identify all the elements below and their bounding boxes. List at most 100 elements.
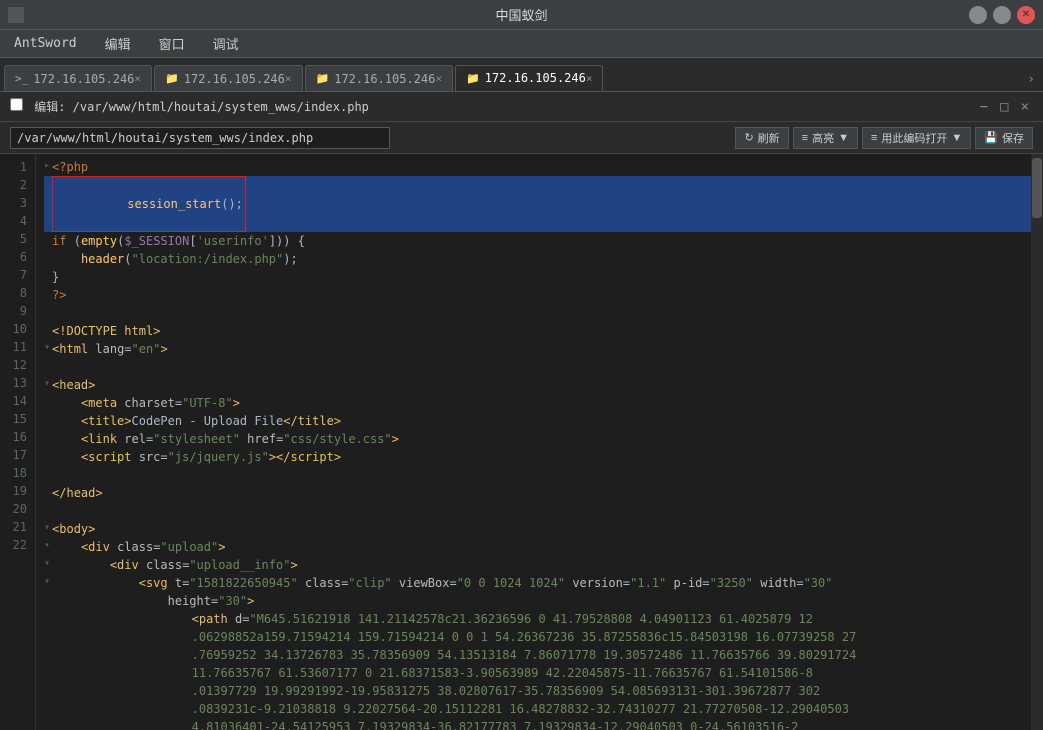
ln-14: 14 xyxy=(8,392,27,410)
code-line-11: ▾ <head> xyxy=(44,376,1031,394)
fold-20[interactable]: ▾ xyxy=(44,538,50,553)
ln-21: 21 xyxy=(8,518,27,536)
code-line-path1: <path d = "M645.51621918 141.21142578c21… xyxy=(44,610,1031,628)
tab-scroll-right[interactable]: › xyxy=(1023,68,1039,91)
code-line-6: ?> xyxy=(44,286,1031,304)
ln-11: 11 xyxy=(8,338,27,356)
code-line-4: header ( "location:/index.php" ); xyxy=(44,250,1031,268)
ln-8: 8 xyxy=(8,284,27,302)
code-line-22b: height = "30" > xyxy=(44,592,1031,610)
path-bar: ↻ 刷新 ≡ 高亮 ▼ ≡ 用此编码打开 ▼ 💾 保存 xyxy=(0,122,1043,154)
ln-22: 22 xyxy=(8,536,27,554)
code-line-18 xyxy=(44,502,1031,520)
fold-9[interactable]: ▾ xyxy=(44,340,50,355)
fold-1[interactable]: ▸ xyxy=(44,158,50,173)
minimize-button[interactable] xyxy=(969,6,987,24)
ln-2: 2 xyxy=(8,176,27,194)
code-line-15: <script src = "js/jquery.js" ></script> xyxy=(44,448,1031,466)
ln-13: 13 xyxy=(8,374,27,392)
menu-debug[interactable]: 调试 xyxy=(207,32,245,55)
folder-icon-1: 📁 xyxy=(165,72,179,85)
editor-window-controls[interactable]: − □ × xyxy=(976,99,1033,115)
code-line-14: <link rel = "stylesheet" href = "css/sty… xyxy=(44,430,1031,448)
tab-filemanager-2[interactable]: 📁 172.16.105.246 × xyxy=(305,65,453,91)
menu-antsword[interactable]: AntSword xyxy=(8,34,83,53)
code-line-path7: 4.81036401-24.54125953 7.19329834-36.821… xyxy=(44,718,1031,730)
code-line-path2: .06298852a159.71594214 159.71594214 0 0 … xyxy=(44,628,1031,646)
window-title: 中国蚁剑 xyxy=(495,5,547,24)
code-content[interactable]: ▸ <?php session_start(); if ( empty ( $_… xyxy=(36,154,1031,730)
file-path-input[interactable] xyxy=(10,127,390,149)
tab-close-2[interactable]: × xyxy=(285,72,292,85)
highlight-button[interactable]: ≡ 高亮 ▼ xyxy=(793,127,858,149)
code-line-12: <meta charset = "UTF-8" > xyxy=(44,394,1031,412)
fold-19[interactable]: ▾ xyxy=(44,520,50,535)
code-line-7 xyxy=(44,304,1031,322)
code-line-17: </head> xyxy=(44,484,1031,502)
ln-5: 5 xyxy=(8,230,27,248)
tab-label: 172.16.105.246 xyxy=(485,71,586,85)
editor-header: 编辑: /var/www/html/houtai/system_wws/inde… xyxy=(0,92,1043,122)
ln-16: 16 xyxy=(8,428,27,446)
tab-terminal[interactable]: >_ 172.16.105.246 × xyxy=(4,65,152,91)
tab-filemanager-3[interactable]: 📁 172.16.105.246 × xyxy=(455,65,603,91)
code-line-10 xyxy=(44,358,1031,376)
editor-close-btn[interactable]: × xyxy=(1017,99,1033,115)
code-line-path3: .76959252 34.13726783 35.78356909 54.135… xyxy=(44,646,1031,664)
fold-11[interactable]: ▾ xyxy=(44,376,50,391)
code-line-20: ▾ <div class = "upload" > xyxy=(44,538,1031,556)
code-line-8: <!DOCTYPE html> xyxy=(44,322,1031,340)
editor-checkbox[interactable] xyxy=(10,98,23,111)
session-start-highlight: session_start(); xyxy=(52,176,246,232)
fold-22[interactable]: ▾ xyxy=(44,574,50,589)
open-encoding-button[interactable]: ≡ 用此编码打开 ▼ xyxy=(862,127,971,149)
refresh-icon: ↻ xyxy=(744,131,753,144)
ln-19: 19 xyxy=(8,482,27,500)
tab-close-1[interactable]: × xyxy=(134,72,141,85)
code-line-19: ▾ <body> xyxy=(44,520,1031,538)
dropdown-icon: ▼ xyxy=(838,132,849,144)
tab-close-3[interactable]: × xyxy=(435,72,442,85)
code-line-2: session_start(); xyxy=(44,176,1031,232)
title-bar: 中国蚁剑 ✕ xyxy=(0,0,1043,30)
code-line-1: ▸ <?php xyxy=(44,158,1031,176)
tab-close-4[interactable]: × xyxy=(586,72,593,85)
code-line-path5: .01397729 19.99291992-19.95831275 38.028… xyxy=(44,682,1031,700)
code-line-3: if ( empty ( $_SESSION [ 'userinfo' ])) … xyxy=(44,232,1031,250)
ln-1: 1 xyxy=(8,158,27,176)
editor-toolbar: ↻ 刷新 ≡ 高亮 ▼ ≡ 用此编码打开 ▼ 💾 保存 xyxy=(735,127,1033,149)
ln-7: 7 xyxy=(8,266,27,284)
maximize-button[interactable] xyxy=(993,6,1011,24)
folder-icon-2: 📁 xyxy=(316,72,330,85)
vertical-scrollbar[interactable] xyxy=(1031,154,1043,730)
app-icon xyxy=(8,7,24,23)
app-icon-area xyxy=(8,7,24,23)
menu-window[interactable]: 窗口 xyxy=(153,32,191,55)
window-controls[interactable]: ✕ xyxy=(969,6,1035,24)
menu-bar: AntSword 编辑 窗口 调试 xyxy=(0,30,1043,58)
editor-restore-btn[interactable]: □ xyxy=(996,99,1012,115)
code-line-16 xyxy=(44,466,1031,484)
ln-20: 20 xyxy=(8,500,27,518)
fold-21[interactable]: ▾ xyxy=(44,556,50,571)
editor-minimize-btn[interactable]: − xyxy=(976,99,992,115)
ln-6: 6 xyxy=(8,248,27,266)
ln-4: 4 xyxy=(8,212,27,230)
ln-12: 12 xyxy=(8,356,27,374)
refresh-button[interactable]: ↻ 刷新 xyxy=(735,127,788,149)
line-numbers: 1 2 3 4 5 6 7 8 9 10 11 12 13 14 15 16 1… xyxy=(0,154,36,730)
menu-edit[interactable]: 编辑 xyxy=(99,32,137,55)
tab-label: 172.16.105.246 xyxy=(33,72,134,86)
ln-10: 10 xyxy=(8,320,27,338)
ln-15: 15 xyxy=(8,410,27,428)
tab-label: 172.16.105.246 xyxy=(334,72,435,86)
close-button[interactable]: ✕ xyxy=(1017,6,1035,24)
save-button[interactable]: 💾 保存 xyxy=(975,127,1033,149)
code-line-21: ▾ <div class = "upload__info" > xyxy=(44,556,1031,574)
encoding-dropdown-icon: ▼ xyxy=(951,132,962,144)
tab-filemanager-1[interactable]: 📁 172.16.105.246 × xyxy=(154,65,302,91)
code-line-9: ▾ <html lang = "en" > xyxy=(44,340,1031,358)
code-area: 1 2 3 4 5 6 7 8 9 10 11 12 13 14 15 16 1… xyxy=(0,154,1043,730)
ln-3: 3 xyxy=(8,194,27,212)
code-line-path6: .0839231c-9.21038818 9.22027564-20.15112… xyxy=(44,700,1031,718)
